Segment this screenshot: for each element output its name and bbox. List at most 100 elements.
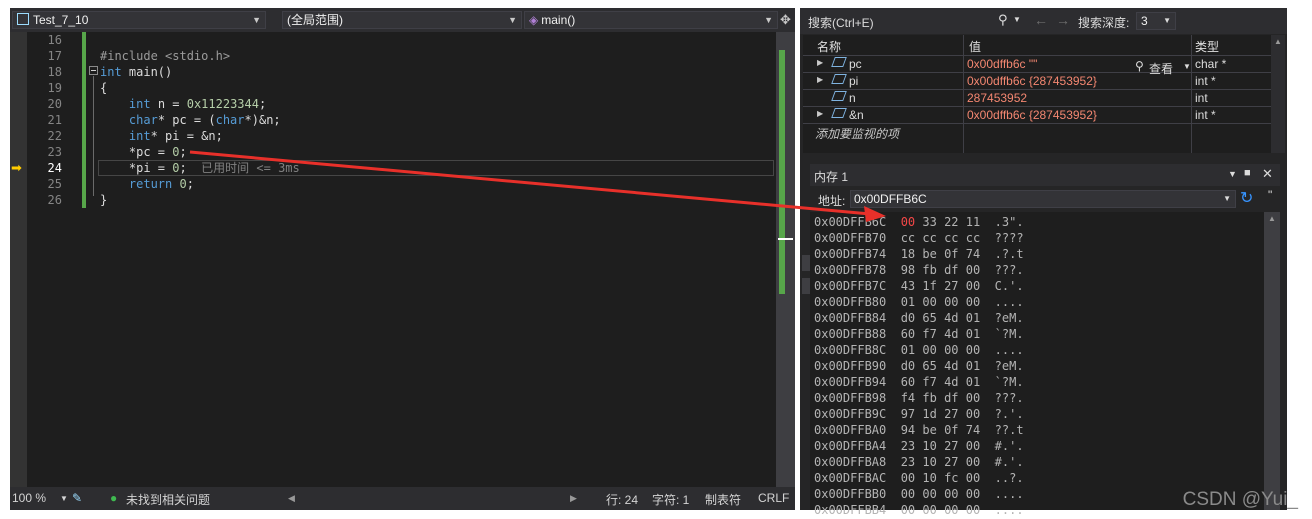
code-line[interactable]: char* pc = (char*)&n; — [100, 112, 281, 128]
maximize-icon[interactable]: ■ — [1244, 167, 1251, 179]
code-line[interactable]: int* pi = &n; — [100, 128, 223, 144]
address-input[interactable]: 0x00DFFB6C ▼ — [850, 190, 1236, 208]
memory-byte: 00 — [900, 471, 923, 485]
scroll-up-icon[interactable]: ▲ — [1274, 37, 1282, 46]
memory-row[interactable]: 0x00DFFB70 cc cc cc cc ???? — [814, 230, 1024, 246]
vertical-scrollbar[interactable] — [776, 32, 795, 487]
add-watch-row[interactable]: 添加要监视的项 — [803, 123, 1271, 141]
memory-address: 0x00DFFB90 — [814, 359, 901, 373]
code-line[interactable]: #include <stdio.h> — [100, 48, 230, 64]
chevron-down-icon[interactable]: ▼ — [1013, 15, 1021, 24]
chevron-down-icon[interactable]: ▼ — [60, 494, 68, 503]
memory-row[interactable]: 0x00DFFB6C 00 33 22 11 .3". — [814, 214, 1024, 230]
memory-byte: 27 — [944, 407, 966, 421]
memory-row[interactable]: 0x00DFFB9C 97 1d 27 00 ?.'. — [814, 406, 1024, 422]
search-icon[interactable]: ⚲ — [998, 12, 1008, 28]
memory-address: 0x00DFFBB0 — [814, 487, 901, 501]
watch-name: pc — [849, 57, 862, 71]
memory-ascii: ???. — [980, 391, 1024, 405]
collapse-toggle[interactable] — [89, 66, 98, 75]
watch-row[interactable]: ▶ pc 0x00dffb6c "" char * — [803, 55, 1271, 73]
code-line[interactable]: return 0; — [100, 176, 194, 192]
scope-dropdown[interactable]: (全局范围) ▼ — [282, 11, 522, 29]
code-line[interactable]: int main() — [100, 64, 172, 80]
code-line[interactable]: int n = 0x11223344; — [100, 96, 266, 112]
scrollbar-thumb[interactable] — [779, 50, 785, 294]
memory-row[interactable]: 0x00DFFB94 60 f7 4d 01 `?M. — [814, 374, 1024, 390]
search-box[interactable]: 搜索(Ctrl+E) — [808, 14, 874, 31]
memory-bytes: 98 fb df 00 — [901, 263, 981, 277]
expand-arrow-icon[interactable]: ▶ — [817, 75, 823, 84]
tabs-indicator[interactable]: 制表符 — [705, 491, 741, 508]
column-header-value[interactable]: 值 — [969, 38, 981, 55]
memory-byte: 0f — [944, 423, 966, 437]
variable-icon — [831, 91, 847, 101]
change-tracking-bar — [82, 32, 86, 208]
memory-byte: 00 — [922, 343, 945, 357]
code-line[interactable]: } — [100, 192, 107, 208]
watch-scrollbar[interactable]: ▲ — [1271, 35, 1285, 153]
memory-row[interactable]: 0x00DFFB80 01 00 00 00 .... — [814, 294, 1024, 310]
memory-row[interactable]: 0x00DFFB84 d0 65 4d 01 ?eM. — [814, 310, 1024, 326]
dropdown-arrow-icon[interactable]: ▼ — [1228, 169, 1237, 179]
memory-byte: 00 — [965, 263, 981, 277]
check-circle-icon: ● — [110, 491, 118, 505]
scroll-left-icon[interactable]: ◀ — [288, 493, 295, 504]
expand-arrow-icon[interactable]: ▶ — [817, 109, 823, 118]
scroll-right-icon[interactable]: ▶ — [570, 493, 577, 504]
memory-byte: be — [922, 423, 945, 437]
column-indicator[interactable]: 字符: 1 — [652, 491, 689, 508]
memory-row[interactable]: 0x00DFFB8C 01 00 00 00 .... — [814, 342, 1024, 358]
column-header-name[interactable]: 名称 — [817, 38, 841, 55]
column-header-type[interactable]: 类型 — [1195, 38, 1219, 55]
watch-row[interactable]: ▶ &n 0x00dffb6c {287453952} int * — [803, 106, 1271, 124]
refresh-icon[interactable]: ↻ — [1240, 188, 1253, 208]
memory-byte: 94 — [900, 423, 923, 437]
memory-row[interactable]: 0x00DFFB90 d0 65 4d 01 ?eM. — [814, 358, 1024, 374]
forward-arrow-icon[interactable]: → — [1056, 12, 1070, 28]
memory-byte: 10 — [922, 471, 945, 485]
close-icon[interactable]: ✕ — [1262, 166, 1273, 182]
issues-status[interactable]: 未找到相关问题 — [126, 491, 210, 508]
memory-address: 0x00DFFBA4 — [814, 439, 901, 453]
watch-row[interactable]: ▶ pi 0x00dffb6c {287453952} int * — [803, 72, 1271, 90]
view-label: 查看 — [1149, 62, 1174, 76]
memory-bytes: d0 65 4d 01 — [901, 311, 981, 325]
line-indicator[interactable]: 行: 24 — [606, 491, 638, 508]
expand-arrow-icon[interactable]: ▶ — [817, 58, 823, 67]
function-dropdown[interactable]: ◈ main() ▼ — [524, 11, 778, 29]
line-ending-indicator[interactable]: CRLF — [758, 491, 789, 505]
memory-row[interactable]: 0x00DFFBA0 94 be 0f 74 ??.t — [814, 422, 1024, 438]
memory-row[interactable]: 0x00DFFBAC 00 10 fc 00 ..?. — [814, 470, 1024, 486]
code-line[interactable]: *pi = 0; 已用时间 <= 3ms — [100, 160, 300, 176]
more-icon[interactable]: " — [1268, 188, 1272, 202]
memory-scrollbar[interactable]: ▲ — [1264, 212, 1280, 510]
memory-row[interactable]: 0x00DFFB78 98 fb df 00 ???. — [814, 262, 1024, 278]
memory-bytes: 97 1d 27 00 — [901, 407, 981, 421]
memory-row[interactable]: 0x00DFFBA4 23 10 27 00 #.'. — [814, 438, 1024, 454]
memory-row[interactable]: 0x00DFFB98 f4 fb df 00 ???. — [814, 390, 1024, 406]
scroll-up-icon[interactable]: ▲ — [1268, 214, 1276, 223]
memory-address: 0x00DFFB84 — [814, 311, 901, 325]
memory-row[interactable]: 0x00DFFB74 18 be 0f 74 .?.t — [814, 246, 1024, 262]
memory-row[interactable]: 0x00DFFBB0 00 00 00 00 .... — [814, 486, 1024, 502]
side-tab[interactable] — [802, 255, 810, 271]
memory-row[interactable]: 0x00DFFBB4 00 00 00 00 .... — [814, 502, 1024, 518]
split-icon[interactable]: ✥ — [780, 12, 791, 28]
back-arrow-icon[interactable]: ← — [1034, 12, 1048, 28]
zoom-level[interactable]: 100 % — [12, 491, 46, 505]
memory-byte: 00 — [922, 487, 945, 501]
side-tab[interactable] — [802, 278, 810, 294]
chevron-down-icon: ▼ — [1163, 16, 1171, 25]
depth-dropdown[interactable]: 3 ▼ — [1136, 12, 1176, 30]
brush-icon[interactable]: ✎ — [72, 491, 82, 505]
watch-row[interactable]: n 287453952 int — [803, 89, 1271, 107]
project-dropdown[interactable]: Test_7_10 ▼ — [12, 11, 266, 29]
memory-row[interactable]: 0x00DFFB88 60 f7 4d 01 `?M. — [814, 326, 1024, 342]
code-line[interactable]: *pc = 0; — [100, 144, 187, 160]
code-area[interactable]: ➡ 16 17 #include <stdio.h> 18 int main() 19 {2… — [10, 32, 795, 487]
code-line[interactable]: { — [100, 80, 107, 96]
memory-byte: 01 — [900, 295, 923, 309]
memory-row[interactable]: 0x00DFFB7C 43 1f 27 00 C.'. — [814, 278, 1024, 294]
memory-row[interactable]: 0x00DFFBA8 23 10 27 00 #.'. — [814, 454, 1024, 470]
